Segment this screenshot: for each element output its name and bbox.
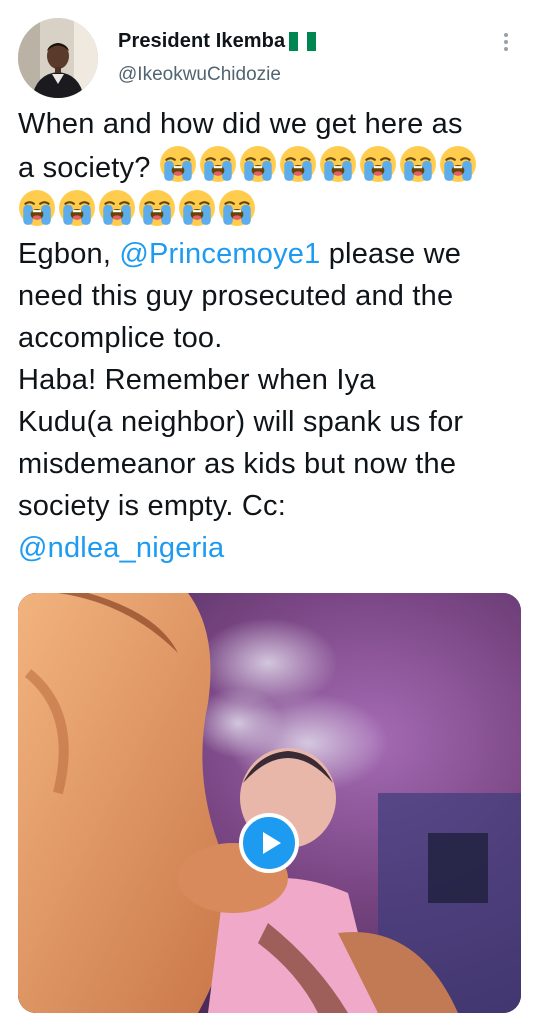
tweet-line-2: a society? [18,145,522,189]
tweet-line-1: When and how did we get here as [18,108,463,140]
video-thumbnail[interactable] [18,593,521,1013]
tweet-line-4-prefix: Egbon, [18,238,120,270]
loudly-crying-face-icon [99,190,135,226]
loudly-crying-face-icon [139,190,175,226]
mention-princemoye1[interactable]: @Princemoye1 [119,238,320,270]
tweet-line-5: need this guy prosecuted and the [18,280,454,312]
more-vertical-icon [504,33,508,37]
emoji-row-2 [18,189,256,227]
profile-avatar[interactable] [18,18,98,98]
more-options-button[interactable] [496,30,516,54]
loudly-crying-face-icon [239,146,276,182]
tweet-card: President Ikemba @IkeokwuChidozie When a… [0,0,538,1024]
loudly-crying-face-icon [399,146,436,182]
emoji-row-1 [159,145,477,183]
tweet-line-4: Egbon, @Princemoye1 please we [18,233,522,275]
author-display-name[interactable]: President Ikemba [118,30,285,53]
play-button[interactable] [239,813,299,873]
loudly-crying-face-icon [59,190,95,226]
play-icon [262,832,281,854]
tweet-line-2-text: a society? [18,152,151,184]
mention-ndlea-nigeria[interactable]: @ndlea_nigeria [18,532,224,564]
tweet-line-6: accomplice too. [18,322,223,354]
author-handle[interactable]: @IkeokwuChidozie [118,64,281,86]
loudly-crying-face-icon [159,146,196,182]
loudly-crying-face-icon [359,146,396,182]
tweet-text: When and how did we get here as a societ… [18,103,522,569]
tweet-line-9: misdemeanor as kids but now the [18,448,457,480]
tweet-line-8: Kudu(a neighbor) will spank us for [18,406,464,438]
loudly-crying-face-icon [279,146,316,182]
loudly-crying-face-icon [319,146,356,182]
tweet-line-10: society is empty. Cc: [18,490,286,522]
tweet-line-7: Haba! Remember when Iya [18,364,376,396]
loudly-crying-face-icon [199,146,236,182]
loudly-crying-face-icon [219,190,255,226]
loudly-crying-face-icon [179,190,215,226]
author-name-row[interactable]: President Ikemba [118,30,317,53]
tweet-line-4-suffix: please we [320,238,462,270]
tweet-line-11: @ndlea_nigeria [18,527,522,569]
loudly-crying-face-icon [19,190,55,226]
tweet-line-3 [18,189,522,233]
nigeria-flag-icon [289,32,317,51]
loudly-crying-face-icon [439,146,476,182]
